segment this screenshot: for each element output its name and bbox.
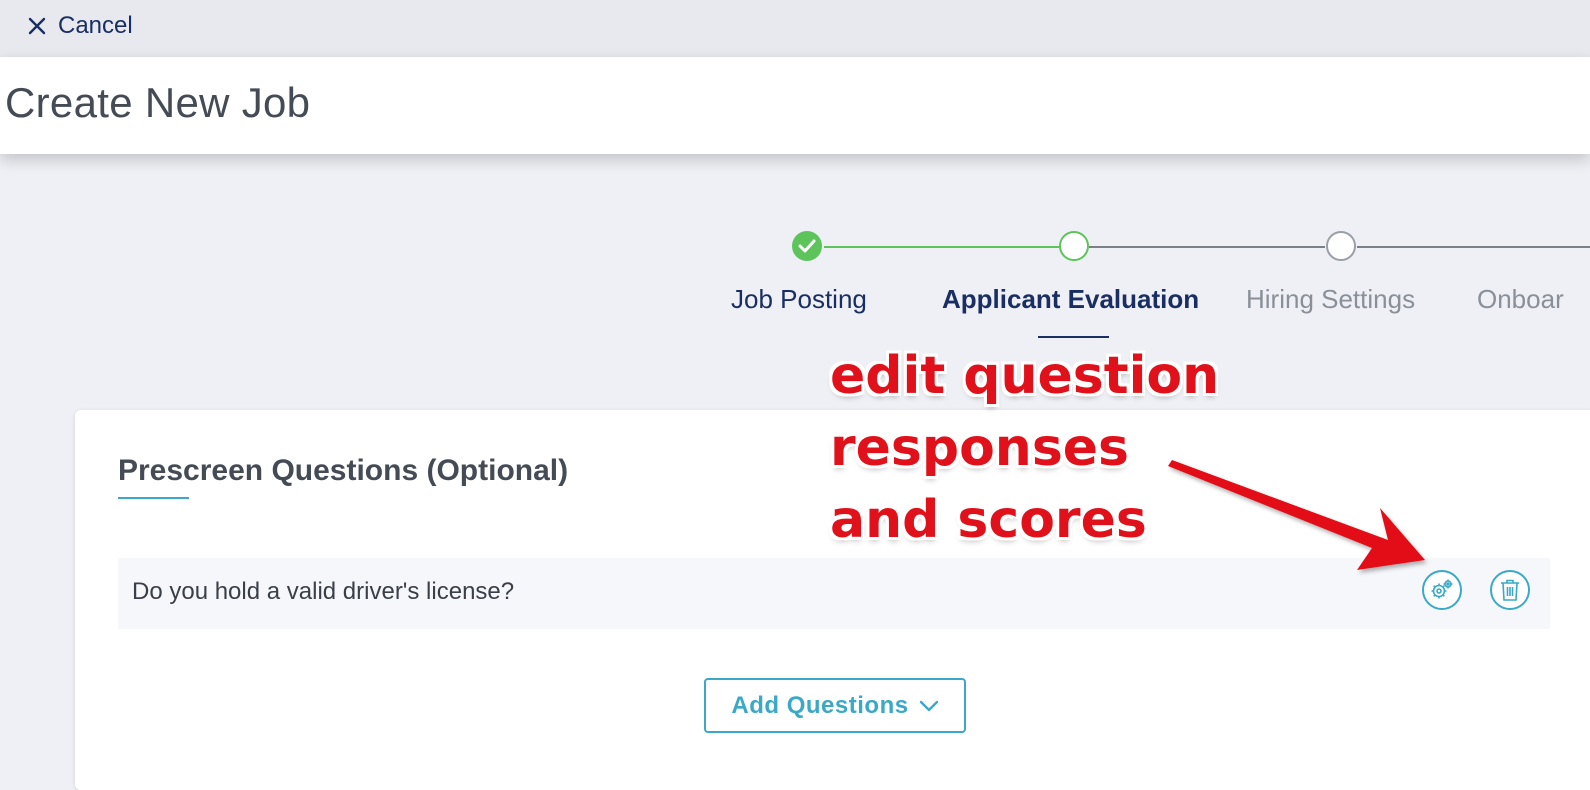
stepper-line-upcoming: [1089, 246, 1325, 248]
close-icon: [28, 17, 46, 35]
add-questions-label: Add Questions: [731, 691, 909, 719]
chevron-down-icon: [919, 700, 938, 711]
question-text: Do you hold a valid driver's license?: [132, 578, 515, 605]
stepper-line-completed: [824, 246, 1059, 248]
question-row: Do you hold a valid driver's license?: [118, 558, 1550, 629]
top-bar: Cancel: [0, 0, 1590, 57]
card-title-underline: [118, 497, 189, 499]
trash-icon: [1501, 579, 1519, 601]
step-2-indicator[interactable]: [1059, 231, 1089, 261]
step-label-hiring-settings[interactable]: Hiring Settings: [1246, 284, 1415, 315]
step-label-onboarding[interactable]: Onboar: [1477, 284, 1564, 315]
page-title: Create New Job: [5, 79, 311, 126]
step-label-job-posting[interactable]: Job Posting: [731, 284, 867, 315]
card-title: Prescreen Questions (Optional): [118, 454, 569, 487]
annotation-callout-text: edit question responses and scores: [830, 346, 1220, 550]
cancel-label: Cancel: [58, 12, 133, 39]
add-questions-button[interactable]: Add Questions: [704, 678, 966, 733]
check-icon: [798, 239, 816, 253]
step-label-applicant-evaluation[interactable]: Applicant Evaluation: [942, 284, 1199, 315]
active-step-underline: [1038, 336, 1109, 338]
step-1-indicator[interactable]: [792, 231, 822, 261]
cancel-button[interactable]: Cancel: [28, 10, 133, 42]
edit-question-settings-button[interactable]: [1422, 570, 1462, 610]
gear-icon: [1431, 579, 1453, 599]
step-3-indicator[interactable]: [1326, 231, 1356, 261]
delete-question-button[interactable]: [1490, 570, 1530, 610]
page-header: Create New Job: [0, 57, 1590, 154]
stepper-line-upcoming-2: [1357, 246, 1590, 248]
